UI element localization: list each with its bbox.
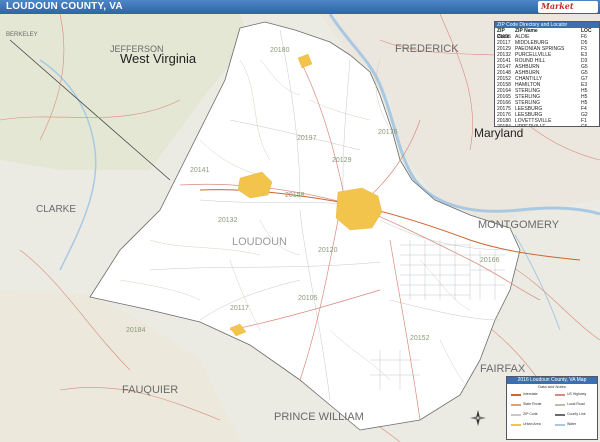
map-legend: 2016 Loudoun County, VA Map Data and Not…: [506, 376, 598, 440]
label-loudoun: LOUDOUN: [232, 236, 287, 248]
zip-label-20117: 20117: [230, 305, 249, 312]
label-clarke: CLARKE: [36, 204, 76, 215]
legend-item-label: US Highway: [567, 392, 587, 396]
legend-swatch: [511, 404, 521, 406]
label-fairfax: FAIRFAX: [480, 363, 526, 375]
label-maryland: Maryland: [474, 126, 523, 140]
zip-code-table: ZIP Code Directory and Locator ZIP Code …: [494, 21, 600, 127]
brand-logo: Market Maps: [538, 1, 598, 21]
legend-swatch: [555, 404, 565, 406]
legend-item-label: ZIP Code: [523, 412, 538, 416]
legend-subtitle: Data and Notes: [538, 384, 566, 389]
zip-label-20180: 20180: [270, 47, 290, 54]
zip-label-20129: 20129: [332, 157, 352, 164]
legend-swatch: [511, 424, 521, 426]
legend-item-label: Urban Area: [523, 422, 541, 426]
legend-swatch: [511, 414, 521, 416]
label-fauquier: FAUQUIER: [122, 384, 178, 396]
legend-item-label: Local Road: [567, 402, 585, 406]
zip-label-20132: 20132: [218, 217, 238, 224]
label-montgomery: MONTGOMERY: [478, 219, 560, 231]
map-title: LOUDOUN COUNTY, VA: [6, 1, 123, 12]
legend-swatch: [555, 394, 565, 396]
legend-item-label: State Route: [523, 402, 542, 406]
compass-icon: [470, 410, 486, 426]
zip-label-20166: 20166: [480, 257, 500, 264]
label-berkeley: BERKELEY: [6, 32, 38, 38]
label-frederick: FREDERICK: [395, 43, 459, 55]
zip-label-20152: 20152: [410, 335, 430, 342]
zip-table-body: 20105 ALDIE F6 20117 MIDDLEBURG D5 20129 PAEONI…: [495, 34, 599, 127]
legend-item-label: Interstate: [523, 392, 538, 396]
zip-label-20184: 20184: [126, 327, 146, 334]
legend-title: 2016 Loudoun County, VA Map: [507, 377, 597, 384]
zip-label-20158: 20158: [285, 192, 305, 199]
legend-swatch: [511, 394, 521, 396]
zip-name-cell: UPPERVILLE: [515, 124, 546, 127]
legend-swatch: [555, 414, 565, 416]
zip-label-20197: 20197: [297, 135, 317, 142]
title-bar: LOUDOUN COUNTY, VA Market Maps: [0, 0, 600, 21]
label-west-virginia: West Virginia: [120, 51, 197, 66]
zip-label-20120: 20120: [318, 247, 338, 254]
legend-swatch: [555, 424, 565, 426]
zip-label-20105: 20105: [298, 295, 318, 302]
zip-label-20141: 20141: [190, 167, 210, 174]
legend-item-label: Water: [567, 422, 577, 426]
zip-label-20176: 20176: [378, 129, 398, 136]
label-prince-william: PRINCE WILLIAM: [274, 411, 364, 423]
zip-table-row: 20184 UPPERVILLE C6: [495, 124, 599, 127]
zip-loc-cell: C6: [581, 124, 588, 127]
legend-item-label: County Line: [567, 412, 586, 416]
zip-code-cell: 20184: [497, 124, 511, 127]
